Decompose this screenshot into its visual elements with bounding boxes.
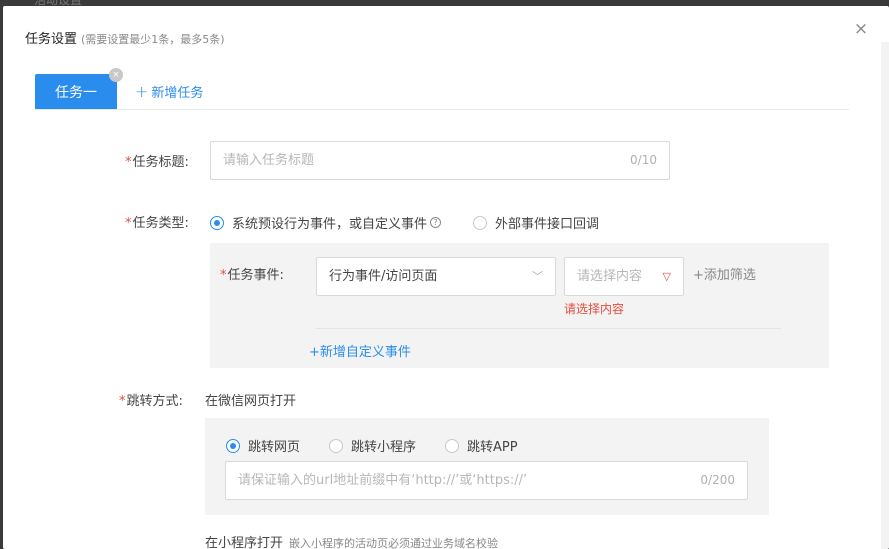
wechat-open-label: 在微信网页打开	[205, 394, 297, 409]
required-mark: *	[220, 268, 227, 283]
content-error-message: 请选择内容	[564, 302, 625, 316]
event-content-select[interactable]: 请选择内容 ▽	[564, 257, 684, 296]
miniprogram-open-row: 在小程序打开 嵌入小程序的活动页必须通过业务域名校验	[205, 532, 498, 549]
event-type-value: 行为事件/访问页面	[329, 269, 438, 284]
dialog-subtitle: (需要设置最少1条，最多5条)	[81, 33, 225, 46]
question-circle-icon[interactable]: ?	[430, 217, 442, 228]
add-task-label: 新增任务	[151, 86, 204, 101]
radio-unchecked-icon	[473, 215, 488, 230]
dialog-title-text: 任务设置	[25, 32, 78, 47]
task-title-label: *任务标题:	[125, 155, 189, 170]
miniprogram-open-label: 在小程序打开	[205, 536, 284, 549]
radio-checked-icon	[210, 215, 224, 230]
scrollbar[interactable]	[881, 42, 889, 549]
dialog-title: 任务设置 (需要设置最少1条，最多5条)	[25, 28, 225, 47]
radio-jump-app[interactable]: 跳转APP	[445, 436, 518, 455]
tab-task-1[interactable]: 任务一	[35, 74, 117, 109]
required-mark: *	[125, 216, 132, 231]
required-mark: *	[125, 155, 132, 170]
panel-divider	[316, 328, 781, 329]
task-event-label: *任务事件:	[220, 268, 284, 283]
radio-unchecked-icon	[445, 438, 460, 453]
radio-jump-miniprogram[interactable]: 跳转小程序	[329, 436, 416, 455]
jump-method-label: *跳转方式:	[119, 394, 183, 409]
add-custom-event-link[interactable]: +新增自定义事件	[309, 341, 411, 360]
chevron-down-icon: ▽	[662, 270, 671, 283]
event-type-select[interactable]: 行为事件/访问页面 ﹀	[316, 257, 556, 296]
add-task-button[interactable]: + 新增任务	[135, 74, 203, 109]
tab-close-icon[interactable]: ×	[109, 68, 123, 82]
miniprogram-hint: 嵌入小程序的活动页必须通过业务域名校验	[289, 537, 499, 549]
url-input[interactable]: 请保证输入的url地址前缀中有‘http://’或‘https://’ 0/20…	[225, 461, 748, 500]
radio-jump-webpage[interactable]: 跳转网页	[226, 436, 300, 455]
task-tabs: 任务一 × + 新增任务	[35, 68, 849, 110]
task-type-label: *任务类型:	[125, 216, 189, 231]
url-count: 0/200	[700, 473, 735, 487]
tab-label: 任务一	[55, 84, 97, 101]
chevron-down-icon: ﹀	[532, 270, 543, 283]
radio-system-event[interactable]: 系统预设行为事件，或自定义事件 ?	[210, 213, 442, 232]
close-icon[interactable]: ×	[853, 21, 869, 38]
task-settings-dialog: 任务设置 (需要设置最少1条，最多5条) × 任务一 × + 新增任务 *任务标题…	[3, 6, 889, 549]
plus-icon: +	[693, 268, 704, 283]
radio-checked-icon	[226, 438, 240, 453]
url-placeholder: 请保证输入的url地址前缀中有‘http://’或‘https://’	[238, 473, 528, 488]
jump-radio-group: 跳转网页 跳转小程序 跳转APP	[226, 436, 518, 455]
task-title-input[interactable]: 请输入任务标题 0/10	[210, 141, 670, 180]
task-type-radio-group: 系统预设行为事件，或自定义事件 ? 外部事件接口回调	[210, 213, 599, 232]
task-title-placeholder: 请输入任务标题	[223, 153, 315, 168]
task-title-count: 0/10	[630, 153, 657, 167]
required-mark: *	[119, 394, 126, 409]
event-content-placeholder: 请选择内容	[577, 269, 643, 284]
radio-unchecked-icon	[329, 438, 344, 453]
radio-external-event[interactable]: 外部事件接口回调	[473, 213, 599, 232]
plus-icon: +	[135, 82, 149, 101]
add-filter-button[interactable]: +添加筛选	[693, 264, 756, 283]
